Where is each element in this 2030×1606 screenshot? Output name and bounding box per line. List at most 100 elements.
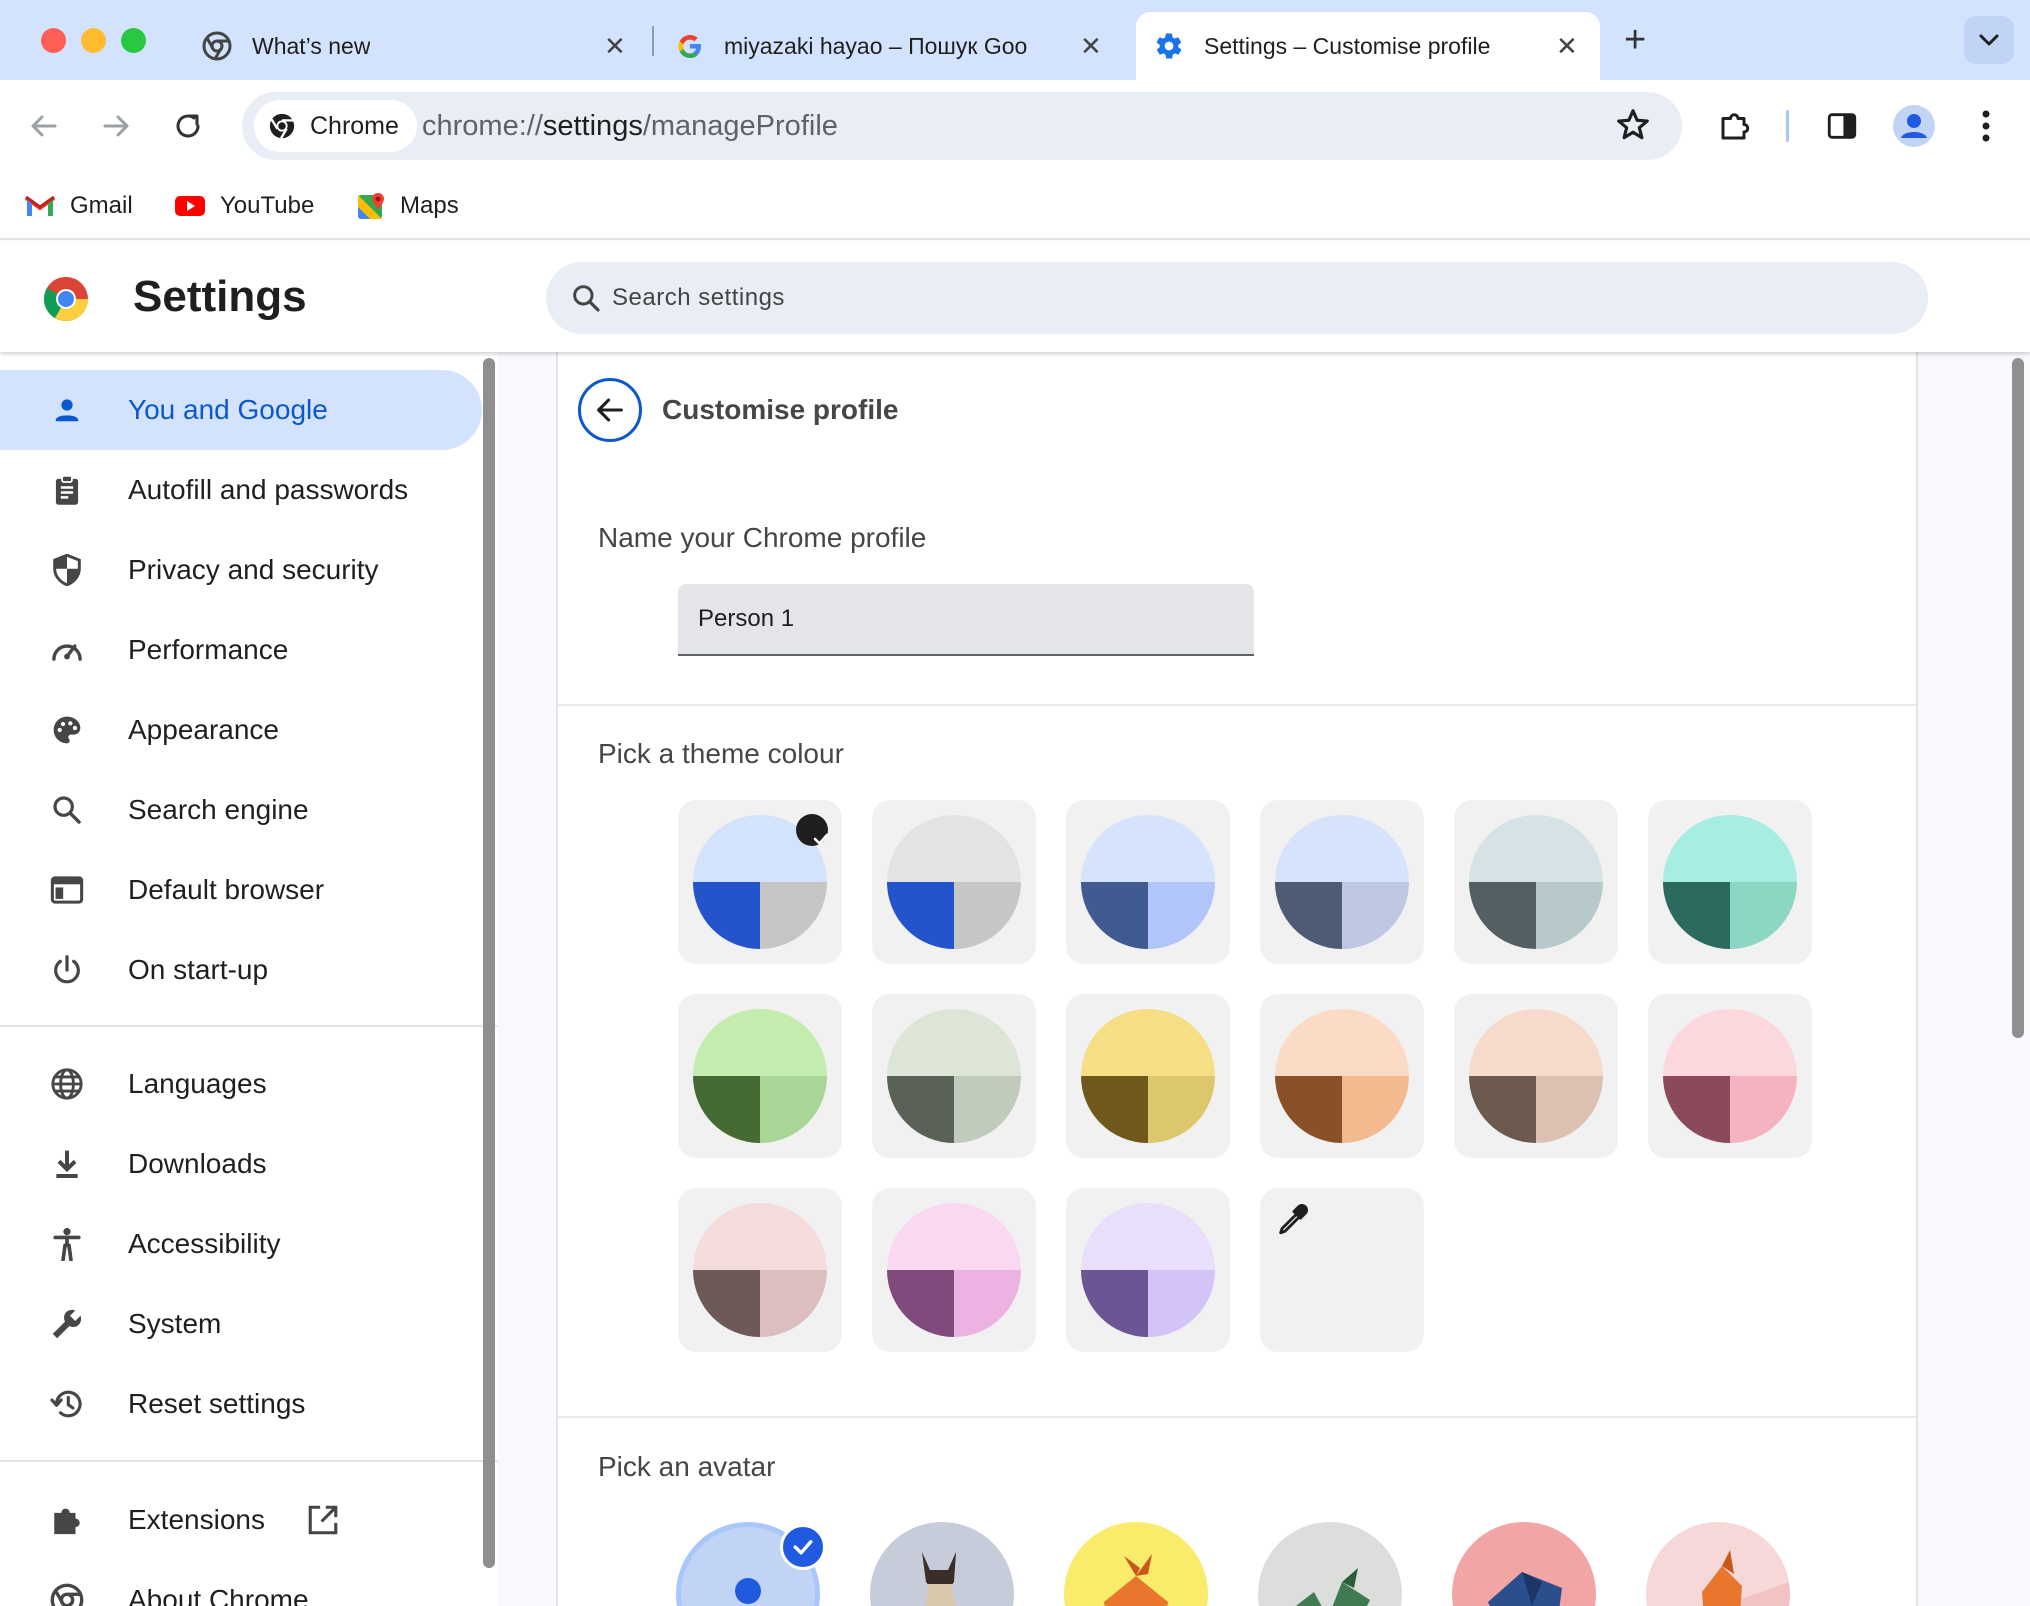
dragon-avatar[interactable] [1258,1522,1402,1606]
reload-button[interactable] [166,104,210,148]
theme-colour-swatch[interactable] [1066,994,1230,1158]
subpage-title: Customise profile [662,394,899,425]
tab-title: What’s new [252,32,371,59]
theme-colour-circle [1469,815,1603,949]
bookmark-youtube[interactable]: YouTube [174,186,314,226]
chrome-icon [49,1582,85,1606]
toolbar: Chrome chrome://settings/manageProfile [0,80,2030,172]
sidebar-item-label: On start-up [128,954,269,985]
url-text[interactable]: chrome://settings/manageProfile [422,110,838,143]
sidebar-item-privacy[interactable]: Privacy and security [0,530,482,610]
sidebar-item-downloads[interactable]: Downloads [0,1124,482,1204]
theme-colour-swatch[interactable] [1260,800,1424,964]
sidebar-item-accessibility[interactable]: Accessibility [0,1204,482,1284]
bookmark-gmail[interactable]: Gmail [24,186,133,226]
cat-avatar[interactable] [870,1522,1014,1606]
profile-name-input[interactable] [678,584,1254,654]
theme-colour-swatch[interactable] [1648,800,1812,964]
fox-paper-avatar[interactable] [1646,1522,1790,1606]
theme-colour-swatch[interactable] [1066,1188,1230,1352]
close-icon[interactable]: ✕ [604,31,626,62]
theme-colour-swatch[interactable] [872,800,1036,964]
accessibility-icon [49,1226,85,1262]
shield-icon [49,552,85,588]
bookmark-label: Maps [400,192,459,219]
back-button[interactable] [578,378,642,442]
profile-name-field[interactable] [678,584,1254,656]
custom-colour-button[interactable] [1260,1188,1424,1352]
tab-google-search[interactable]: miyazaki hayao – Пошук Goo ✕ [676,12,1112,80]
sidebar-item-system[interactable]: System [0,1284,482,1364]
wrench-icon [49,1306,85,1342]
menu-button[interactable] [1962,102,2010,150]
theme-colour-swatch[interactable] [1066,800,1230,964]
bookmarks-bar: Gmail YouTube Maps [0,172,2030,240]
theme-colour-swatch[interactable] [678,994,842,1158]
theme-colour-swatch[interactable] [678,1188,842,1352]
sidebar-item-label: You and Google [128,394,328,425]
profile-button[interactable] [1890,102,1938,150]
search-settings[interactable] [546,262,1928,334]
tab-whats-new[interactable]: What’s new ✕ [196,12,638,80]
side-panel-button[interactable] [1818,102,1866,150]
window-close-button[interactable] [41,28,66,53]
theme-colour-swatch[interactable] [1260,994,1424,1158]
theme-colour-swatch[interactable] [678,800,842,964]
sidebar-item-performance[interactable]: Performance [0,610,482,690]
theme-colour-swatch[interactable] [1454,800,1618,964]
site-info-chip[interactable]: Chrome [254,100,417,152]
sidebar-scrollbar[interactable] [483,358,495,1568]
forward-button[interactable] [94,104,138,148]
tab-title: Settings – Customise profile [1204,32,1491,59]
person-icon [49,392,85,428]
speedometer-icon [49,632,85,668]
theme-colour-circle [887,815,1021,949]
sidebar-item-label: Extensions [128,1504,265,1535]
extensions-button[interactable] [1711,102,1759,150]
window-minimize-button[interactable] [81,28,106,53]
theme-colour-circle [887,1009,1021,1143]
address-bar[interactable]: Chrome chrome://settings/manageProfile [242,92,1682,160]
search-input[interactable] [612,262,1892,334]
sidebar-item-reset[interactable]: Reset settings [0,1364,482,1444]
sidebar-item-you-and-google[interactable]: You and Google [0,370,482,450]
main-scrollbar[interactable] [2012,358,2024,1038]
sidebar-item-on-startup[interactable]: On start-up [0,930,482,1010]
theme-colour-label: Pick a theme colour [598,738,844,769]
chrome-logo-icon [42,275,90,323]
sidebar-item-autofill[interactable]: Autofill and passwords [0,450,482,530]
theme-colour-circle [1275,1009,1409,1143]
close-icon[interactable]: ✕ [1080,31,1102,62]
download-icon [49,1146,85,1182]
back-button[interactable] [22,104,66,148]
toolbar-divider [1786,110,1789,142]
bookmark-maps[interactable]: Maps [356,186,459,226]
elephant-avatar[interactable] [1452,1522,1596,1606]
sidebar-item-search-engine[interactable]: Search engine [0,770,482,850]
theme-colour-swatch[interactable] [1454,994,1618,1158]
chevron-down-icon [1978,33,2000,47]
tab-search-button[interactable] [1964,16,2014,64]
window-zoom-button[interactable] [121,28,146,53]
section-divider [558,1416,1916,1418]
theme-colour-swatch[interactable] [872,994,1036,1158]
sidebar-item-label: About Chrome [128,1584,309,1606]
sidebar-item-about-chrome[interactable]: About Chrome [0,1560,482,1606]
arrow-left-icon [29,111,59,141]
sidebar-item-languages[interactable]: Languages [0,1044,482,1124]
star-icon[interactable] [1614,106,1652,149]
sidebar-item-default-browser[interactable]: Default browser [0,850,482,930]
sidebar-divider [0,1025,498,1027]
theme-colour-swatch[interactable] [872,1188,1036,1352]
theme-colour-swatch[interactable] [1648,994,1812,1158]
sidebar-item-extensions[interactable]: Extensions [0,1480,482,1560]
google-icon [676,32,704,60]
sidebar-item-appearance[interactable]: Appearance [0,690,482,770]
new-tab-button[interactable]: + [1624,20,1646,60]
tab-settings[interactable]: Settings – Customise profile ✕ [1136,12,1600,80]
chip-label: Chrome [310,111,399,140]
sidebar-item-label: Privacy and security [128,554,379,585]
fox-avatar[interactable] [1064,1522,1208,1606]
gmail-icon [24,194,56,218]
close-icon[interactable]: ✕ [1556,31,1578,62]
